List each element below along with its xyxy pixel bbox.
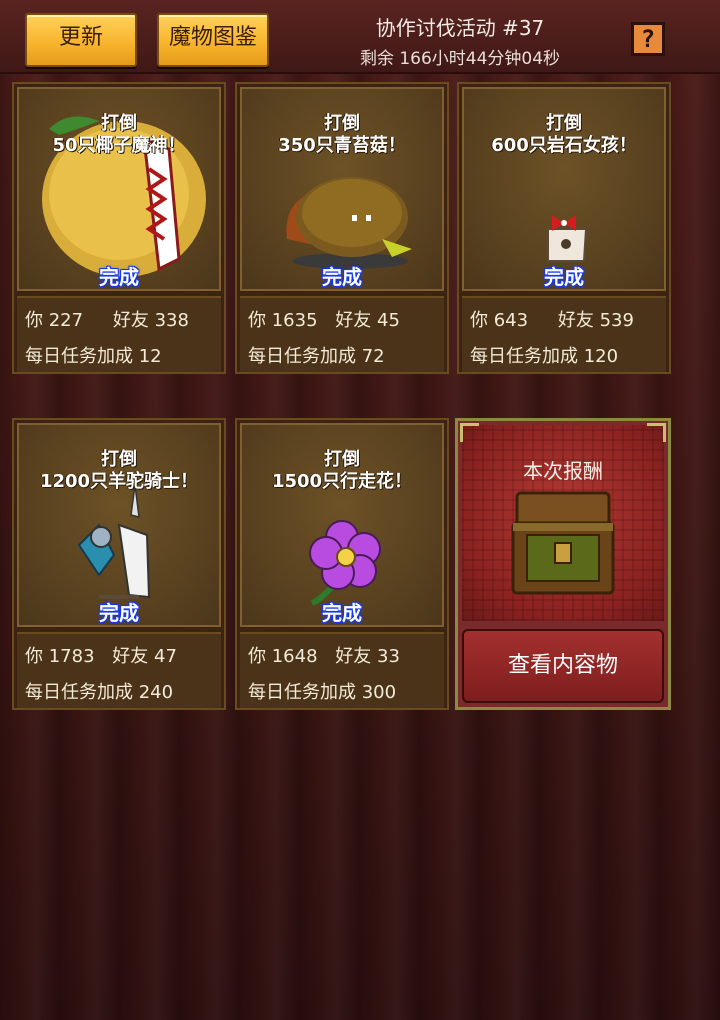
quest-card-walking-flower[interactable]: 打倒 1500只行走花！ 完成 你 1648 好友 33 每日任务加成 300 [235, 418, 449, 710]
reward-title: 本次报酬 [523, 459, 603, 483]
bonus-label: 每日任务加成 [25, 346, 133, 367]
friend-label: 好友 [112, 646, 149, 667]
goal-line1: 打倒 [101, 449, 137, 470]
quest-stats: 你 643 好友 539 每日任务加成 120 [462, 296, 666, 372]
quest-card-rock-girl[interactable]: 打倒 600只岩石女孩！ 完成 你 643 好友 539 每日任务加成 120 [457, 82, 671, 374]
you-count: 1783 [48, 646, 95, 667]
view-contents-button[interactable]: 查看内容物 [462, 629, 664, 703]
bonus-label: 每日任务加成 [470, 346, 578, 367]
corner-ornament [460, 423, 479, 442]
bonus-value: 240 [138, 682, 174, 703]
bonus-value: 120 [583, 346, 619, 367]
you-count: 1635 [271, 310, 318, 331]
quest-stats: 你 1783 好友 47 每日任务加成 240 [17, 632, 221, 708]
friend-label: 好友 [112, 310, 149, 331]
quest-art: 打倒 600只岩石女孩！ 完成 [462, 87, 666, 291]
treasure-chest-icon [511, 491, 615, 595]
complete-label: 完成 [322, 265, 362, 289]
event-remaining-time: 剩余 166小时44分钟04秒 [359, 49, 561, 69]
friend-count: 47 [154, 646, 177, 667]
help-button[interactable]: ? [631, 22, 665, 56]
bonus-label: 每日任务加成 [248, 682, 356, 703]
goal-line1: 打倒 [546, 113, 582, 134]
friend-count: 338 [154, 310, 189, 331]
goal-line1: 打倒 [324, 449, 360, 470]
quest-stats: 你 1648 好友 33 每日任务加成 300 [240, 632, 444, 708]
friend-label: 好友 [335, 310, 372, 331]
complete-label: 完成 [322, 601, 362, 625]
reward-display: 本次报酬 [462, 425, 664, 621]
you-count: 227 [48, 310, 84, 331]
bonus-label: 每日任务加成 [25, 682, 133, 703]
event-title: 协作讨伐活动 #37 [375, 16, 545, 40]
you-count: 1648 [271, 646, 318, 667]
bonus-value: 300 [361, 682, 397, 703]
quest-card-coconut[interactable]: 打倒 50只椰子魔神！ 完成 你 227 好友 338 每日任务加成 12 [12, 82, 226, 374]
quest-card-moss-mushroom[interactable]: 打倒 350只青苔菇！ 完成 你 1635 好友 45 每日任务加成 72 [235, 82, 449, 374]
friend-label: 好友 [557, 310, 594, 331]
goal-line1: 打倒 [324, 113, 360, 134]
bestiary-button[interactable]: 魔物图鉴 [157, 13, 269, 67]
you-label: 你 [470, 310, 488, 331]
goal-line2: 600只岩石女孩！ [491, 135, 637, 156]
friend-count: 45 [377, 310, 400, 331]
you-label: 你 [248, 646, 266, 667]
complete-label: 完成 [544, 265, 584, 289]
goal-line2: 50只椰子魔神！ [52, 135, 186, 156]
you-label: 你 [248, 310, 266, 331]
you-count: 643 [493, 310, 529, 331]
bonus-value: 12 [138, 346, 162, 367]
quest-stats: 你 1635 好友 45 每日任务加成 72 [240, 296, 444, 372]
update-button[interactable]: 更新 [25, 13, 137, 67]
reward-panel: 本次报酬 查看内容物 [455, 418, 671, 710]
goal-line2: 1500只行走花！ [271, 471, 413, 492]
quest-art: 打倒 50只椰子魔神！ 完成 [17, 87, 221, 291]
complete-label: 完成 [99, 601, 139, 625]
quest-art: 打倒 1500只行走花！ 完成 [240, 423, 444, 627]
friend-count: 33 [377, 646, 400, 667]
goal-line2: 1200只羊驼骑士！ [39, 471, 199, 492]
you-label: 你 [25, 646, 43, 667]
quest-card-alpaca-knight[interactable]: 打倒 1200只羊驼骑士！ 完成 你 1783 好友 47 每日任务加成 240 [12, 418, 226, 710]
quest-art: 打倒 1200只羊驼骑士！ 完成 [17, 423, 221, 627]
friend-label: 好友 [335, 646, 372, 667]
bonus-value: 72 [361, 346, 385, 367]
top-bar: 更新 魔物图鉴 协作讨伐活动 #37 剩余 166小时44分钟04秒 ? [0, 0, 720, 74]
complete-label: 完成 [99, 265, 139, 289]
quest-stats: 你 227 好友 338 每日任务加成 12 [17, 296, 221, 372]
corner-ornament [647, 423, 666, 442]
goal-line2: 350只青苔菇！ [278, 135, 406, 156]
quest-art: 打倒 350只青苔菇！ 完成 [240, 87, 444, 291]
you-label: 你 [25, 310, 43, 331]
friend-count: 539 [599, 310, 634, 331]
goal-line1: 打倒 [101, 113, 137, 134]
bonus-label: 每日任务加成 [248, 346, 356, 367]
